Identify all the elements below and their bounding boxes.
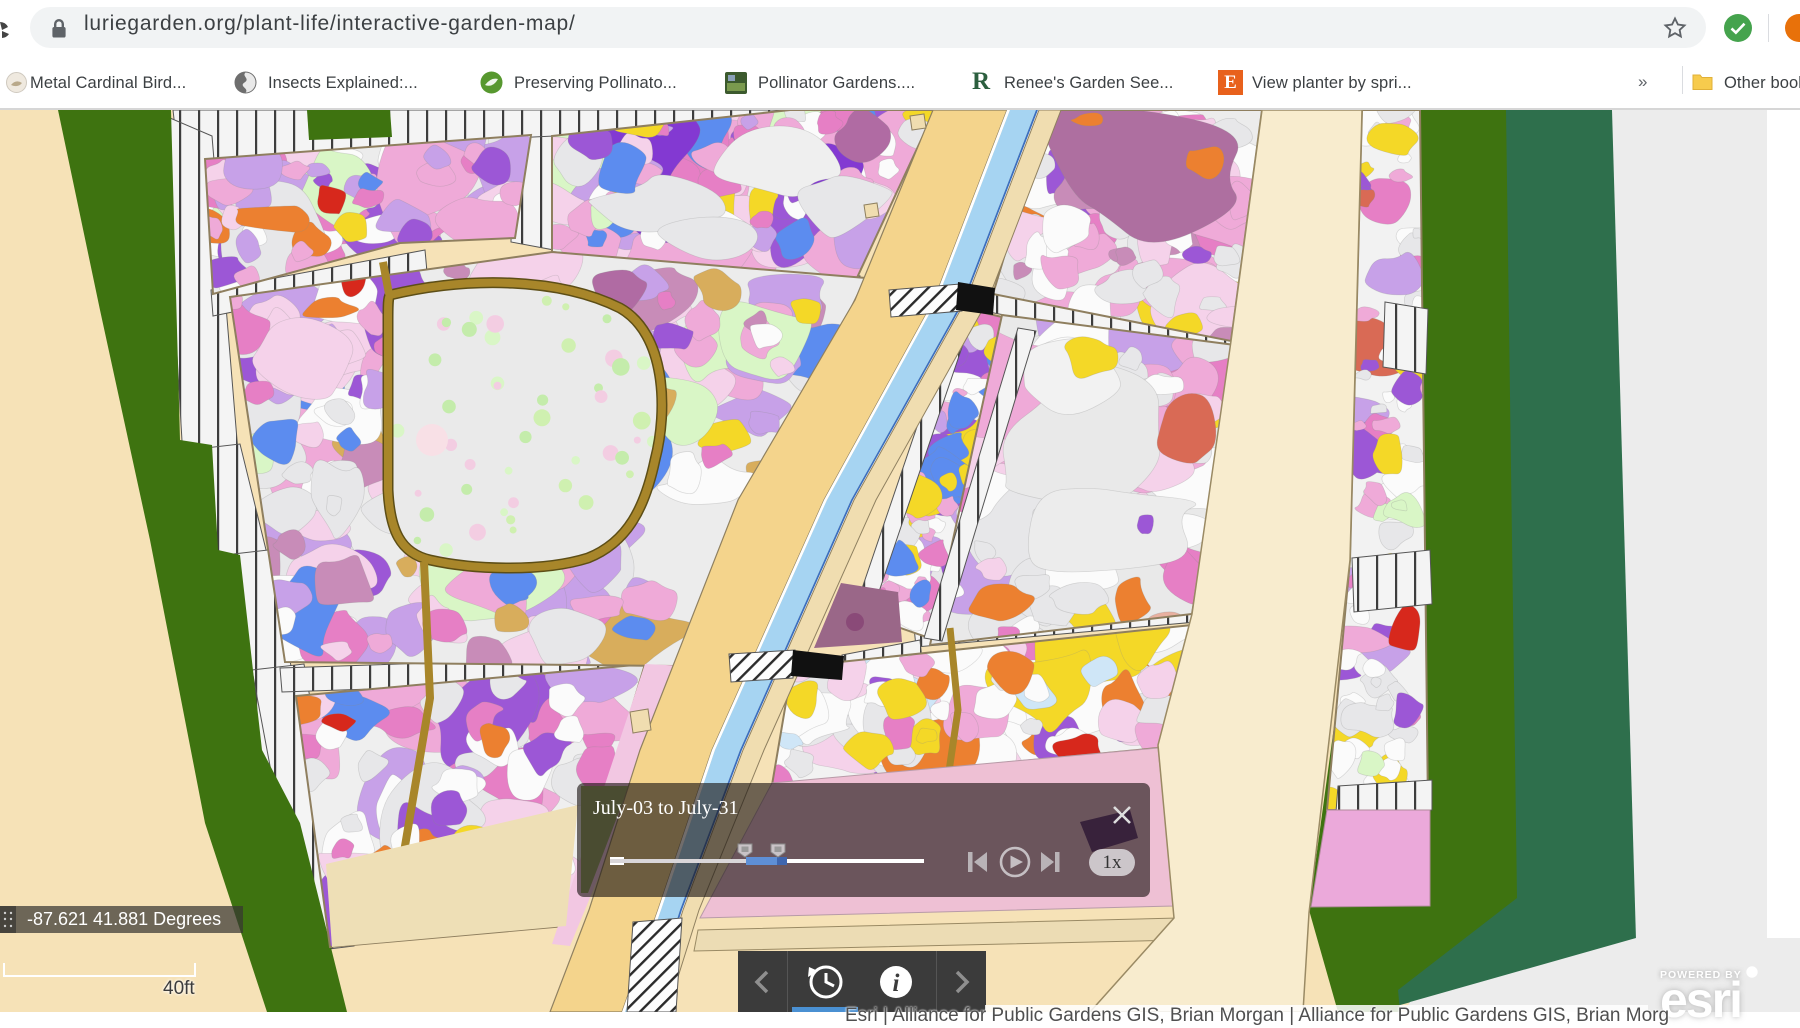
svg-text:i: i <box>893 970 900 997</box>
